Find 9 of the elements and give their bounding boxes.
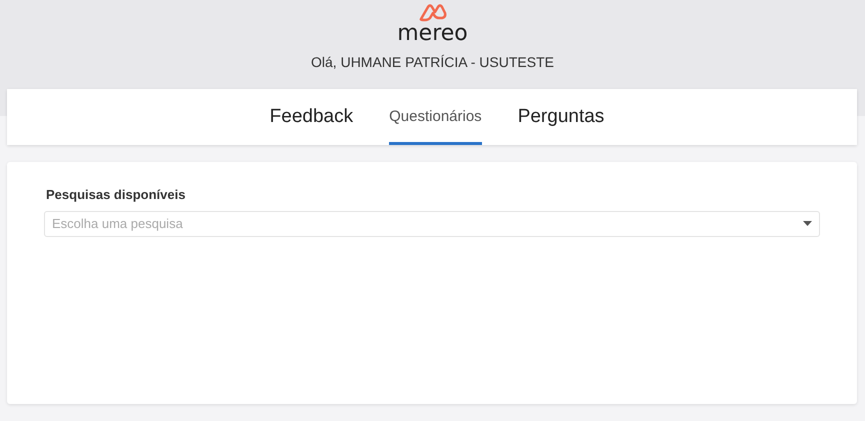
tab[interactable]: Feedback	[270, 89, 354, 145]
tab[interactable]: Questionários	[389, 89, 482, 145]
select-placeholder: Escolha uma pesquisa	[52, 214, 183, 233]
logo-icon	[418, 2, 448, 22]
dropdown-caret-icon	[803, 221, 812, 226]
tab[interactable]: Perguntas	[518, 89, 604, 145]
logo-text: mereo	[397, 22, 468, 46]
greeting: Olá, UHMANE PATRÍCIA - USUTESTE	[311, 53, 554, 72]
field-label: Pesquisas disponíveis	[46, 186, 186, 204]
